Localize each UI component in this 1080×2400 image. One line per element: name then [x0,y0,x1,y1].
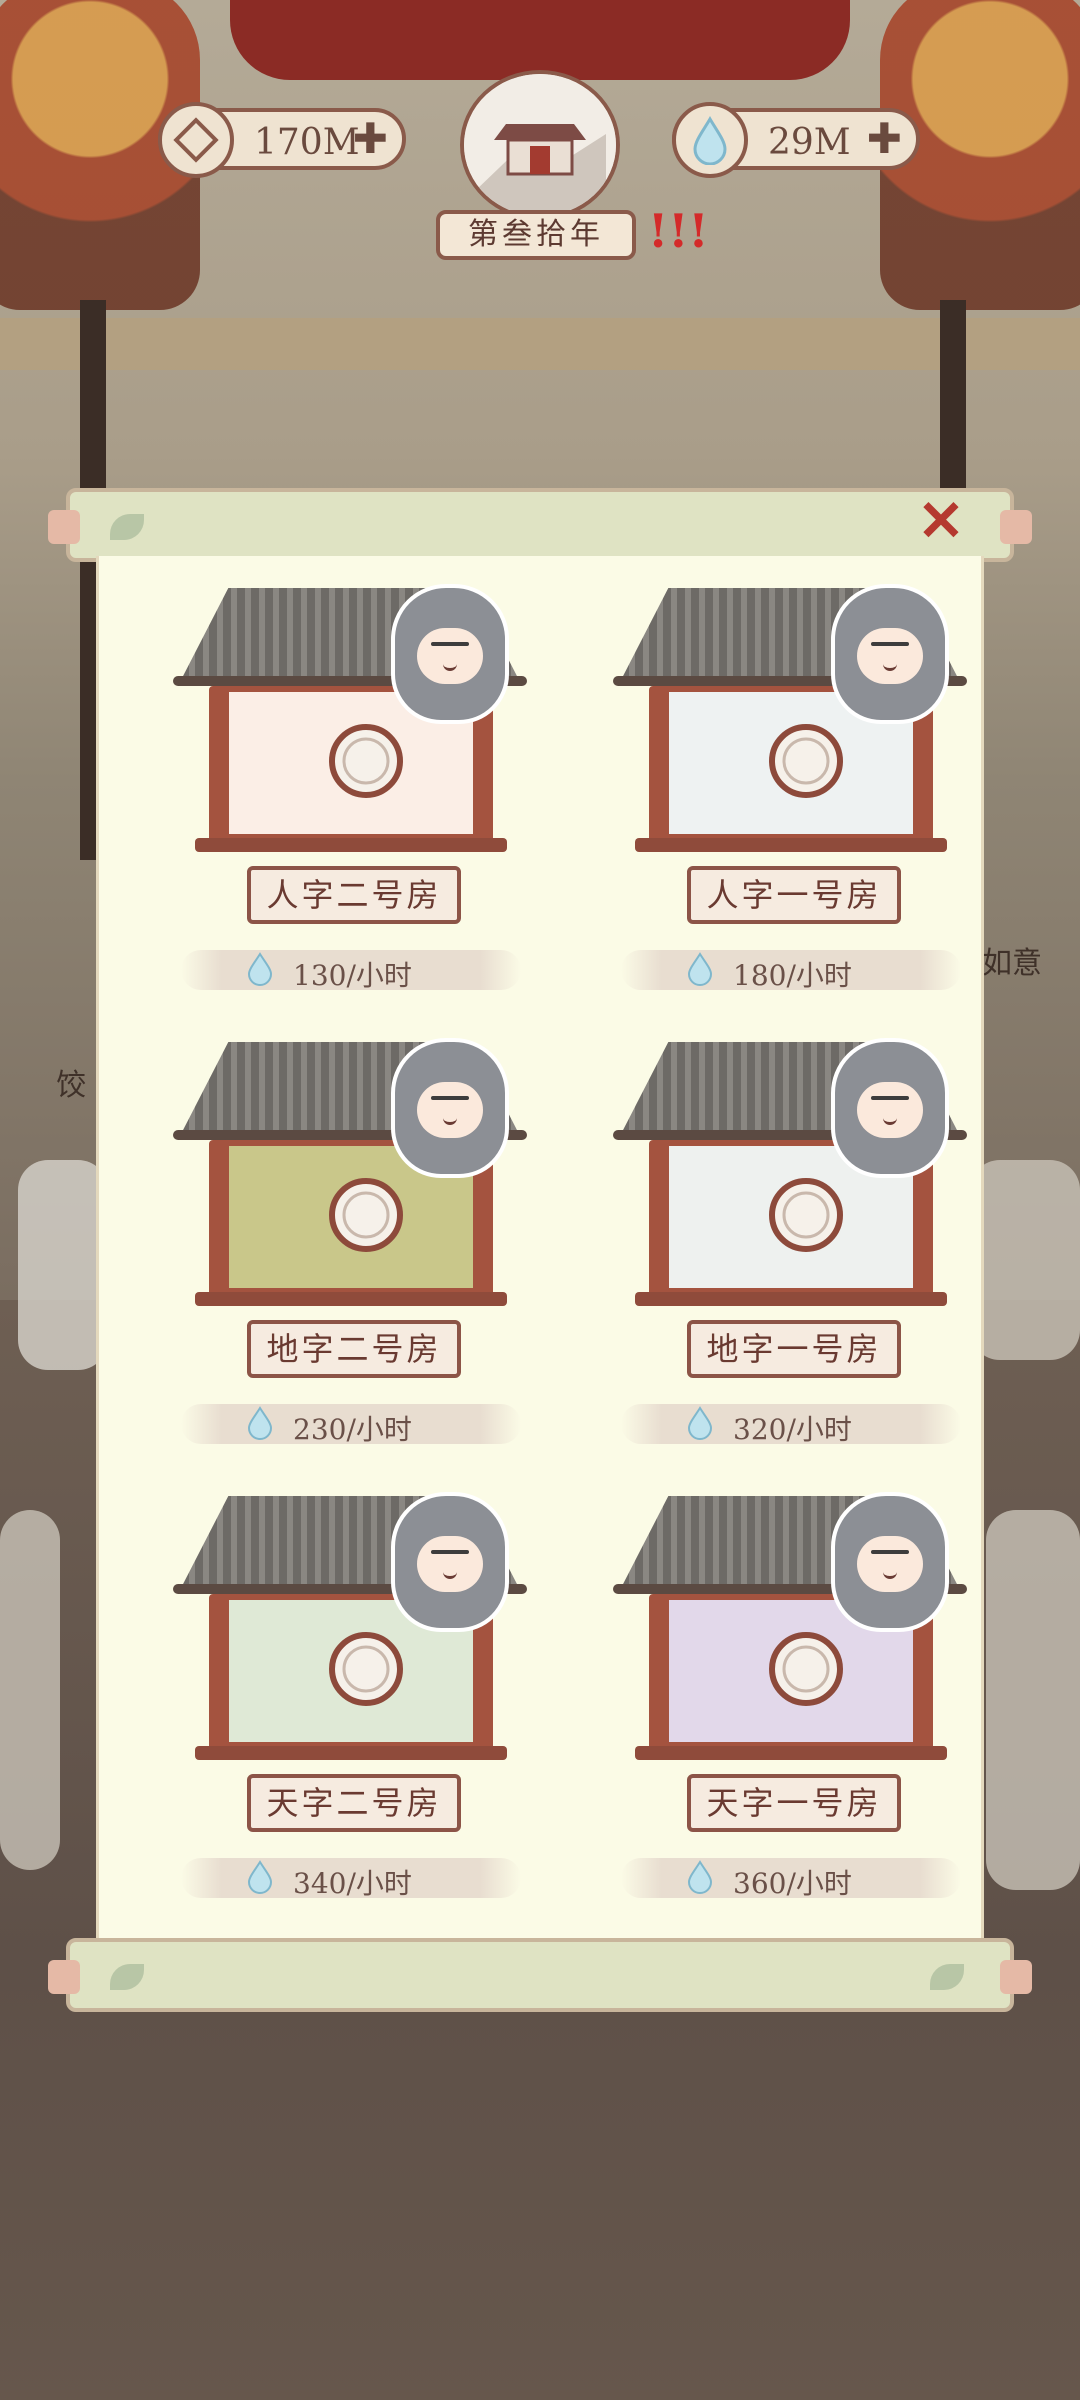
room-base [635,1746,947,1760]
character-face [417,1082,483,1138]
side-decoration-left [18,1160,108,1370]
room-name: 地字一号房 [687,1320,901,1378]
mouth [443,662,457,671]
eyes [871,642,909,646]
window-icon [767,1176,845,1254]
room-name: 地字二号房 [247,1320,461,1378]
rate-value: 230/小时 [293,1413,412,1446]
background-label-left: 饺 [56,1068,86,1103]
mouth [883,662,897,671]
scroll-top-rod [48,488,1032,562]
room-list-panel: 人字二号房 130/小时 人字一号房 180/小时地字二号房 230/小时 地字一号房 32… [96,556,984,1938]
eyes [871,1550,909,1554]
window-icon [327,722,405,800]
character-avatar [831,1038,949,1178]
spirit-counter: 29M ✚ [672,102,920,178]
room-rate: 130/小时 [181,950,521,992]
water-drop-icon [685,1406,715,1440]
stage-curtain [230,0,850,80]
window-icon [767,1630,845,1708]
window-icon [327,1630,405,1708]
character-face [417,1536,483,1592]
window-icon [767,722,845,800]
eyes [431,642,469,646]
window-icon [327,1176,405,1254]
water-drop-icon [245,1860,275,1894]
rod-end-left [48,510,80,544]
pavilion-emblem [460,70,620,220]
rate-value: 340/小时 [293,1867,412,1900]
character-face [417,628,483,684]
side-decoration-left-2 [0,1510,60,1870]
room-card[interactable]: 地字二号房 230/小时 [139,1038,559,1452]
coin-value: 170M [254,122,360,163]
wooden-beam [0,318,1080,370]
eyes [871,1096,909,1100]
room-card[interactable]: 天字一号房 360/小时 [579,1492,999,1906]
character-avatar [391,584,509,724]
ginkgo-leaf-icon [110,1964,144,1990]
room-rate: 320/小时 [621,1404,961,1446]
spirit-value: 29M [768,122,851,163]
water-drop-icon [672,102,748,178]
side-decoration-right-2 [986,1510,1080,1890]
room-name: 天字二号房 [247,1774,461,1832]
spirit-add-button[interactable]: ✚ [867,118,902,160]
ginkgo-leaf-icon [930,1964,964,1990]
room-base [635,838,947,852]
water-drop-icon [245,952,275,986]
room-card[interactable]: 天字二号房 340/小时 [139,1492,559,1906]
ginkgo-leaf-icon [110,514,144,540]
character-avatar [391,1492,509,1632]
coin-add-button[interactable]: ✚ [353,118,388,160]
water-drop-icon [685,1860,715,1894]
rate-value: 360/小时 [733,1867,852,1900]
room-card[interactable]: 人字二号房 130/小时 [139,584,559,998]
character-avatar [831,1492,949,1632]
eyes [431,1096,469,1100]
close-button[interactable]: ✕ [914,493,968,549]
room-rate: 180/小时 [621,950,961,992]
room-name: 人字一号房 [687,866,901,924]
rate-value: 180/小时 [733,959,852,992]
mouth [443,1116,457,1125]
eyes [431,1550,469,1554]
coin-counter: 170M ✚ [158,102,406,178]
character-avatar [391,1038,509,1178]
room-card[interactable]: 地字一号房 320/小时 [579,1038,999,1452]
water-drop-icon [245,1406,275,1440]
room-base [195,1292,507,1306]
mouth [443,1570,457,1579]
character-face [857,1082,923,1138]
rod-end-right [1000,510,1032,544]
room-base [195,838,507,852]
room-rate: 230/小时 [181,1404,521,1446]
mouth [883,1116,897,1125]
room-base [195,1746,507,1760]
rod-end-right [1000,1960,1032,1994]
alert-icon[interactable]: !!! [648,204,709,258]
scroll-bottom-rod [48,1938,1032,2012]
character-avatar [831,584,949,724]
water-drop-icon [685,952,715,986]
mouth [883,1570,897,1579]
rate-value: 130/小时 [293,959,412,992]
rate-value: 320/小时 [733,1413,852,1446]
character-face [857,628,923,684]
room-name: 人字二号房 [247,866,461,924]
room-card[interactable]: 人字一号房 180/小时 [579,584,999,998]
rod-end-left [48,1960,80,1994]
coin-icon [158,102,234,178]
room-base [635,1292,947,1306]
character-face [857,1536,923,1592]
year-label: 第叁拾年 [436,210,636,260]
room-rate: 340/小时 [181,1858,521,1900]
room-name: 天字一号房 [687,1774,901,1832]
room-rate: 360/小时 [621,1858,961,1900]
